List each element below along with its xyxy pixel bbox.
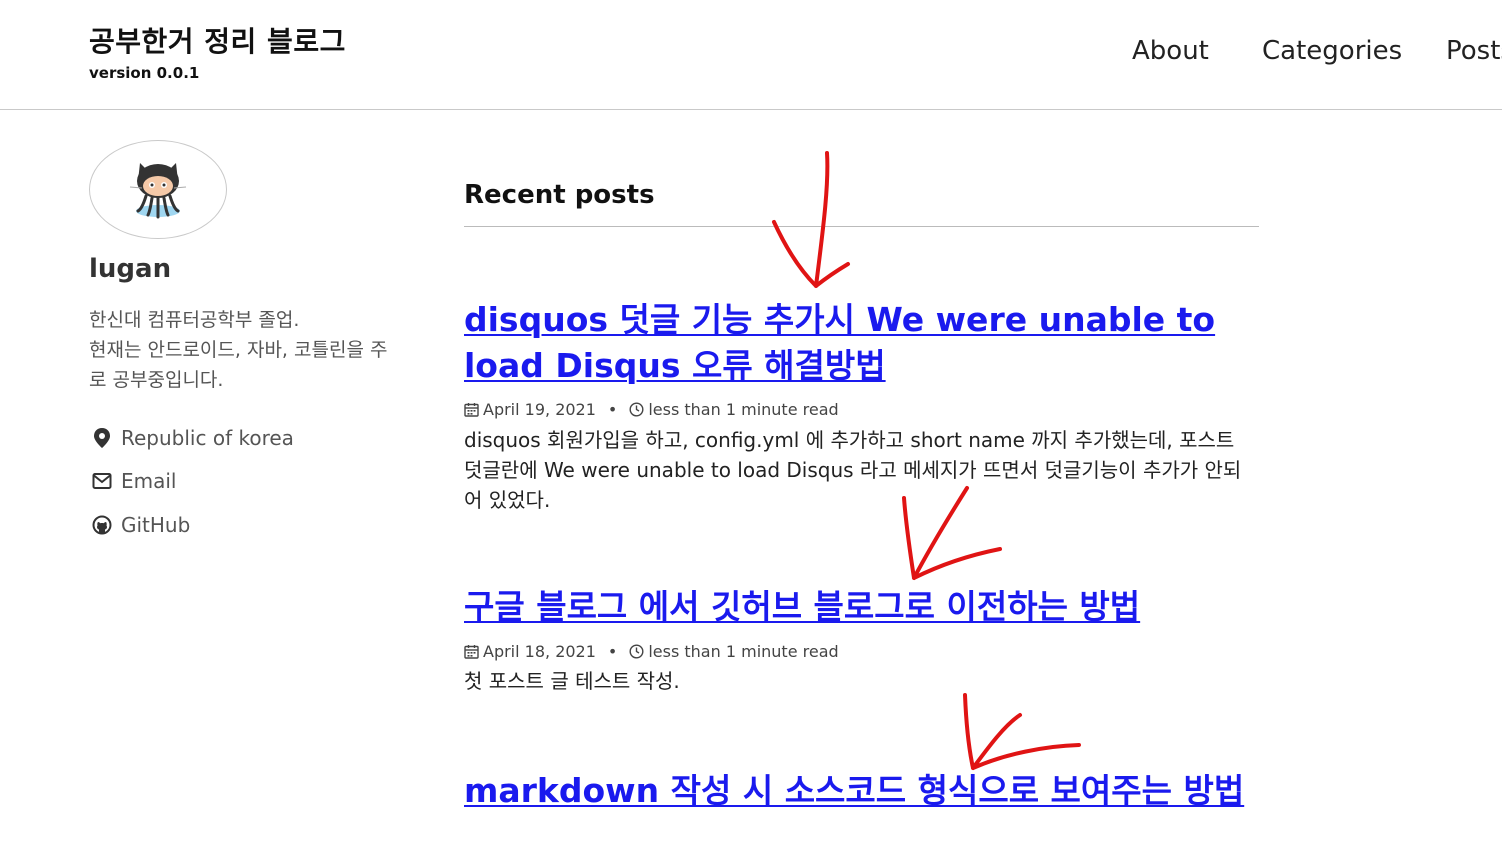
site-title[interactable]: 공부한거 정리 블로그 [89,20,346,60]
location-label: Republic of korea [121,426,294,450]
post-title-1[interactable]: disquos 덧글 기능 추가시 We were unable to load… [464,297,1264,389]
calendar-icon [464,402,479,417]
section-title: Recent posts [464,180,655,210]
post-date: April 19, 2021 [483,399,596,419]
map-marker-icon [94,428,110,448]
site-subtitle: version 0.0.1 [89,64,200,82]
section-divider [464,226,1259,227]
nav-posts[interactable]: Posts [1446,36,1502,66]
masthead: 공부한거 정리 블로그 version 0.0.1 About Categori… [0,0,1502,110]
author-name: lugan [89,254,172,284]
avatar [89,140,227,239]
post-excerpt-2: 첫 포스트 글 테스트 작성. [464,669,680,693]
meta-separator: • [607,641,618,661]
octocat-avatar-icon [129,163,187,219]
clock-icon [629,401,644,417]
post-excerpt-1: disquos 회원가입을 하고, config.yml 에 추가하고 shor… [464,428,1242,512]
post-meta-2: April 18, 2021 • less than 1 minute read [464,641,839,661]
location-link: Republic of korea [92,425,294,451]
annotation-arrow-3 [963,693,1081,770]
calendar-icon [464,644,479,659]
github-label: GitHub [121,513,191,537]
post-title-3[interactable]: markdown 작성 시 소스코드 형식으로 보여주는 방법 [464,768,1264,814]
email-link[interactable]: Email [92,468,177,494]
author-bio: 한신대 컴퓨터공학부 졸업. 현재는 안드로이드, 자바, 코틀린을 주 로 공… [89,309,388,391]
post-date: April 18, 2021 [483,641,596,661]
post-title-2[interactable]: 구글 블로그 에서 깃허브 블로그로 이전하는 방법 [464,584,1264,630]
nav-categories[interactable]: Categories [1262,36,1402,66]
post-read-time: less than 1 minute read [648,641,839,661]
github-link[interactable]: GitHub [92,512,190,538]
annotation-arrow-1 [772,151,850,288]
clock-icon [629,643,644,659]
nav-about[interactable]: About [1132,36,1209,66]
post-meta-1: April 19, 2021 • less than 1 minute read [464,399,839,419]
github-icon [92,515,112,535]
envelope-icon [92,473,112,489]
email-label: Email [121,469,177,493]
meta-separator: • [607,399,618,419]
post-read-time: less than 1 minute read [648,399,839,419]
